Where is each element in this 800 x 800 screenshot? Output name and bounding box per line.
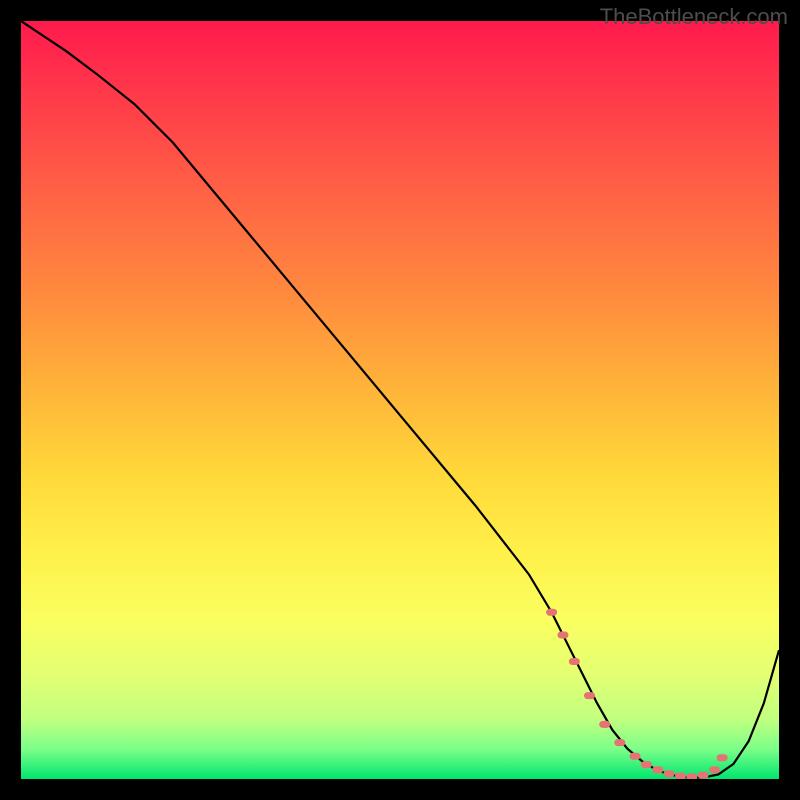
watermark-text: TheBottleneck.com bbox=[600, 4, 788, 30]
optimal-dot bbox=[709, 766, 720, 773]
optimal-dot bbox=[614, 739, 625, 746]
optimal-range-dots bbox=[546, 609, 728, 779]
optimal-dot bbox=[675, 772, 686, 779]
optimal-dot bbox=[686, 773, 697, 779]
bottleneck-curve-line bbox=[21, 21, 779, 777]
optimal-dot bbox=[557, 631, 568, 638]
chart-area bbox=[21, 21, 779, 779]
optimal-dot bbox=[717, 754, 728, 761]
optimal-dot bbox=[664, 770, 675, 777]
optimal-dot bbox=[698, 772, 709, 779]
optimal-dot bbox=[546, 609, 557, 616]
optimal-dot bbox=[584, 692, 595, 699]
optimal-dot bbox=[641, 761, 652, 768]
optimal-dot bbox=[569, 658, 580, 665]
optimal-dot bbox=[629, 753, 640, 760]
curve-layer bbox=[21, 21, 779, 779]
optimal-dot bbox=[599, 721, 610, 728]
optimal-dot bbox=[652, 766, 663, 773]
